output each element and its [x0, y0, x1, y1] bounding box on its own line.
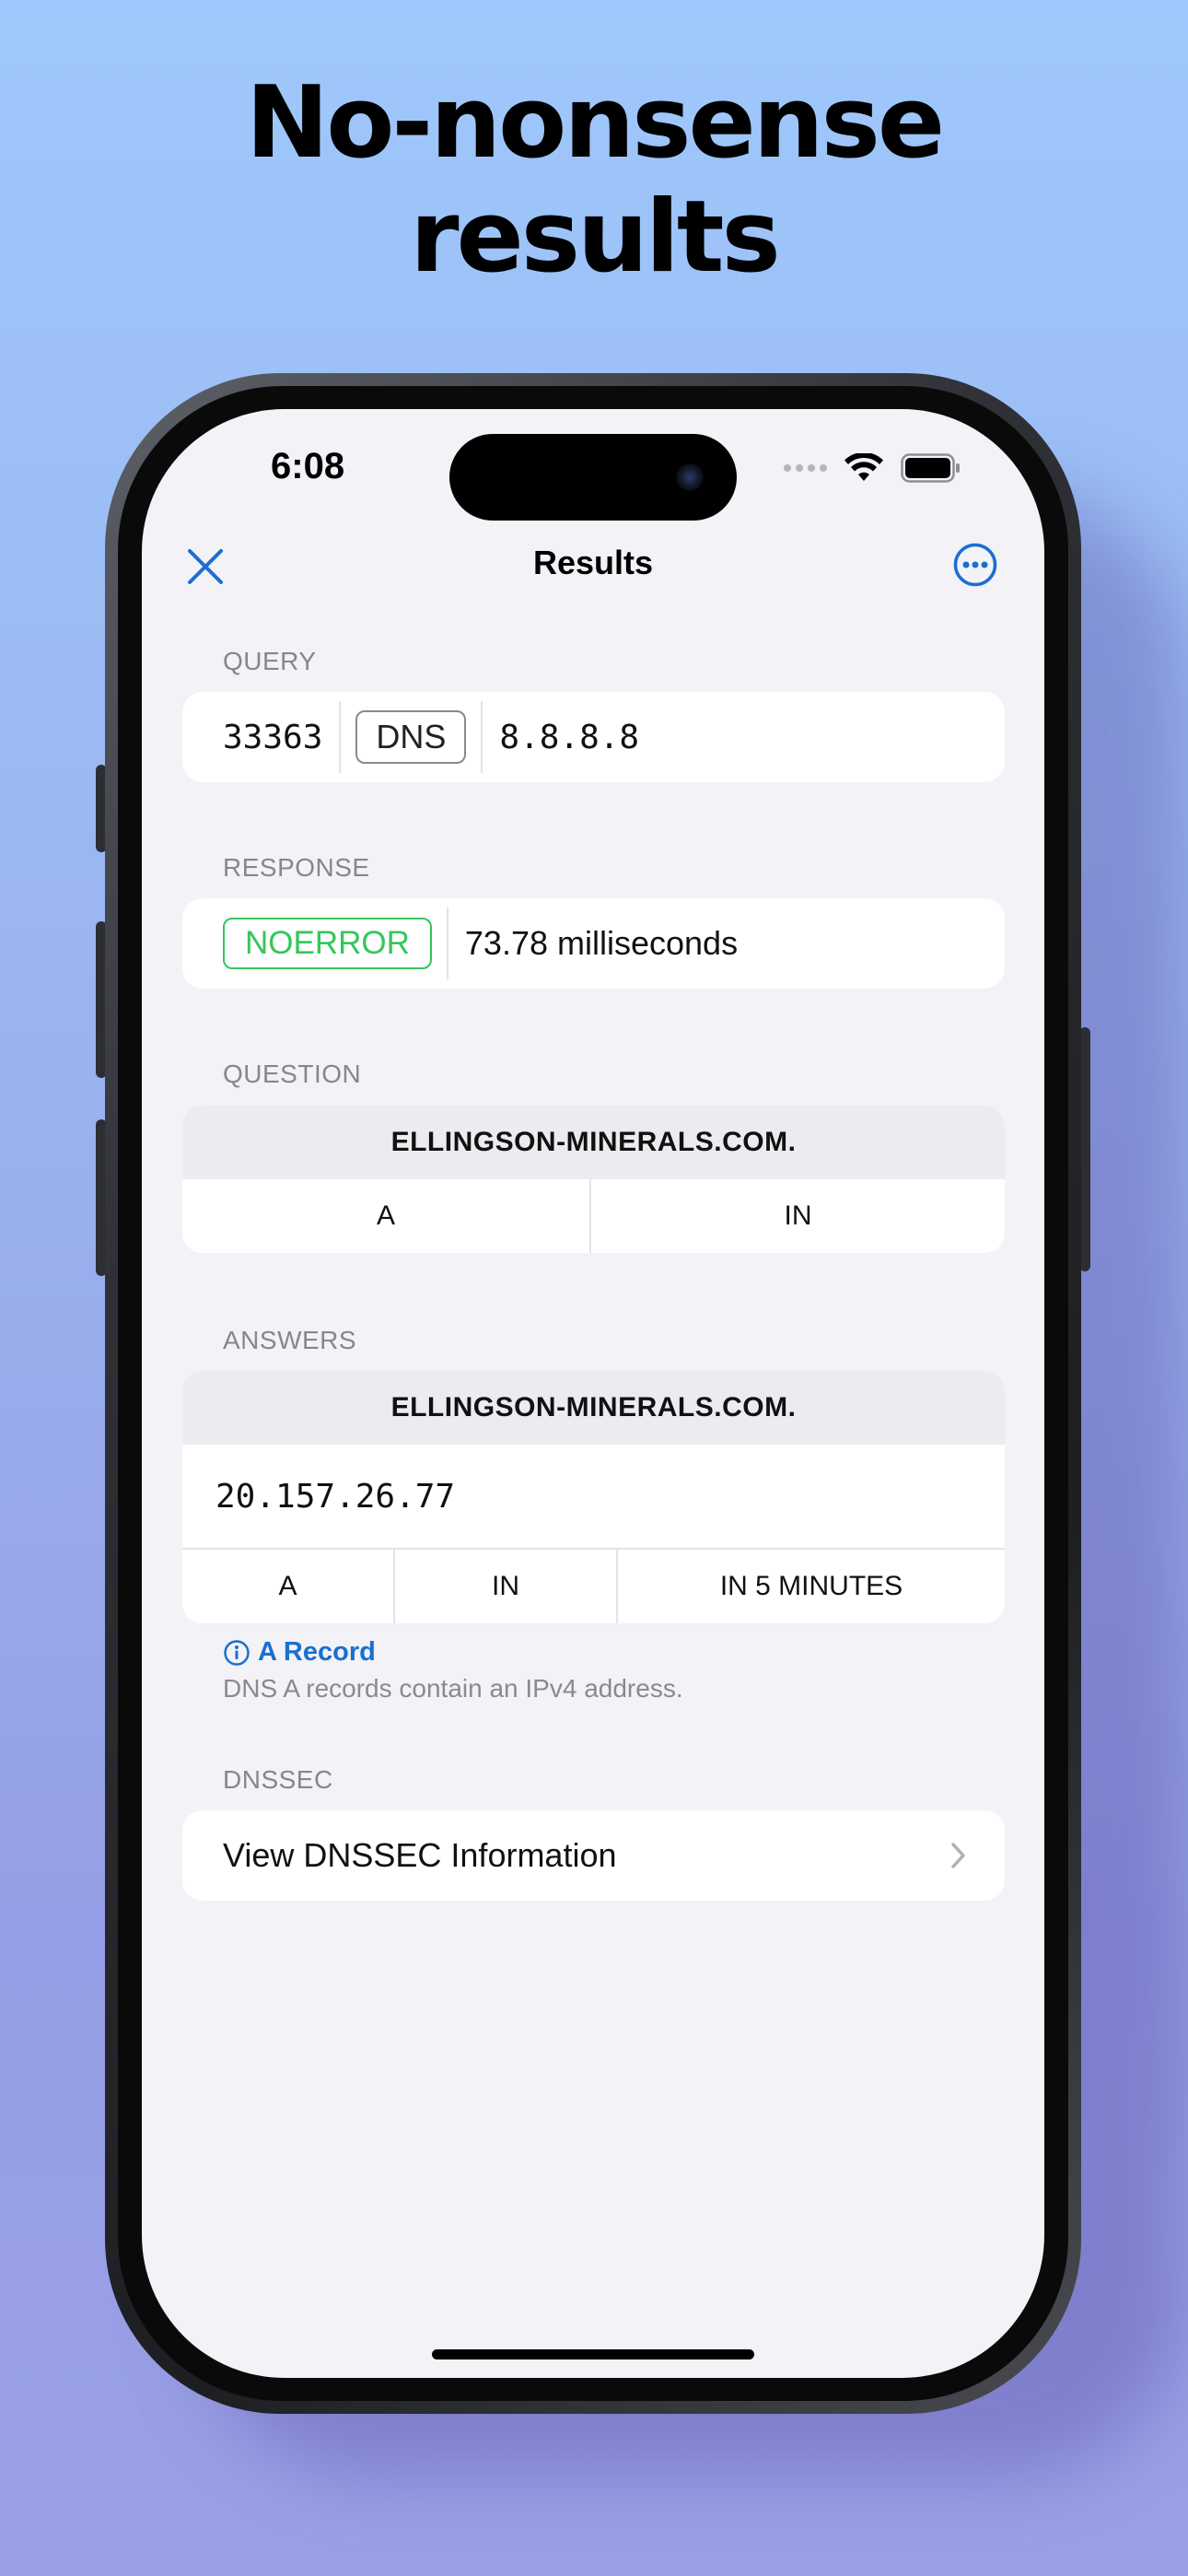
info-circle-icon: [224, 1639, 250, 1666]
headline-line-2: results: [410, 180, 781, 295]
question-class: IN: [784, 1200, 812, 1231]
home-indicator[interactable]: [432, 2349, 754, 2359]
status-time: 6:08: [271, 446, 345, 486]
query-id: 33363: [223, 718, 323, 756]
ellipsis-circle-icon: [953, 543, 997, 587]
a-record-description: DNS A records contain an IPv4 address.: [223, 1674, 683, 1703]
answer-value: 20.157.26.77: [215, 1477, 456, 1516]
phone-screen: 6:08 Results QUERY 33363 DNS 8.8.8.8 RES…: [142, 409, 1044, 2378]
answer-card: ELLINGSON-MINERALS.COM. 20.157.26.77 A I…: [182, 1371, 1005, 1623]
dynamic-island: [449, 434, 737, 521]
status-icons: [784, 453, 961, 483]
answer-type: A: [278, 1571, 297, 1601]
protocol-badge: DNS: [355, 710, 467, 764]
response-section-label: RESPONSE: [223, 853, 370, 882]
signal-dots-icon: [784, 464, 827, 472]
more-options-button[interactable]: [952, 542, 998, 588]
dnssec-section-label: DNSSEC: [223, 1765, 333, 1794]
front-camera: [676, 463, 704, 491]
answers-section-label: ANSWERS: [223, 1326, 357, 1354]
dnssec-row[interactable]: View DNSSEC Information: [182, 1810, 1005, 1901]
answer-name: ELLINGSON-MINERALS.COM.: [182, 1371, 1005, 1445]
response-time: 73.78 milliseconds: [464, 924, 739, 962]
page-title: Results: [532, 544, 654, 581]
response-card: NOERROR 73.78 milliseconds: [182, 898, 1005, 989]
query-card: 33363 DNS 8.8.8.8: [182, 692, 1005, 782]
chevron-right-icon: [951, 1843, 965, 1868]
wifi-icon: [844, 453, 883, 481]
question-card: ELLINGSON-MINERALS.COM. A IN: [182, 1106, 1005, 1253]
answer-class: IN: [492, 1571, 519, 1601]
question-type: A: [376, 1200, 395, 1231]
headline: No-nonsense results: [0, 66, 1188, 295]
query-section-label: QUERY: [223, 647, 317, 675]
headline-line-1: No-nonsense: [245, 65, 945, 181]
a-record-info-title: A Record: [258, 1637, 376, 1667]
response-status-badge: NOERROR: [223, 918, 432, 969]
a-record-info-link[interactable]: A Record: [223, 1637, 376, 1668]
battery-icon: [901, 453, 960, 483]
dnssec-row-label: View DNSSEC Information: [223, 1836, 617, 1874]
answer-ttl: IN 5 MINUTES: [719, 1571, 903, 1601]
query-server: 8.8.8.8: [499, 718, 640, 756]
question-name: ELLINGSON-MINERALS.COM.: [182, 1106, 1005, 1179]
question-section-label: QUESTION: [223, 1060, 362, 1088]
